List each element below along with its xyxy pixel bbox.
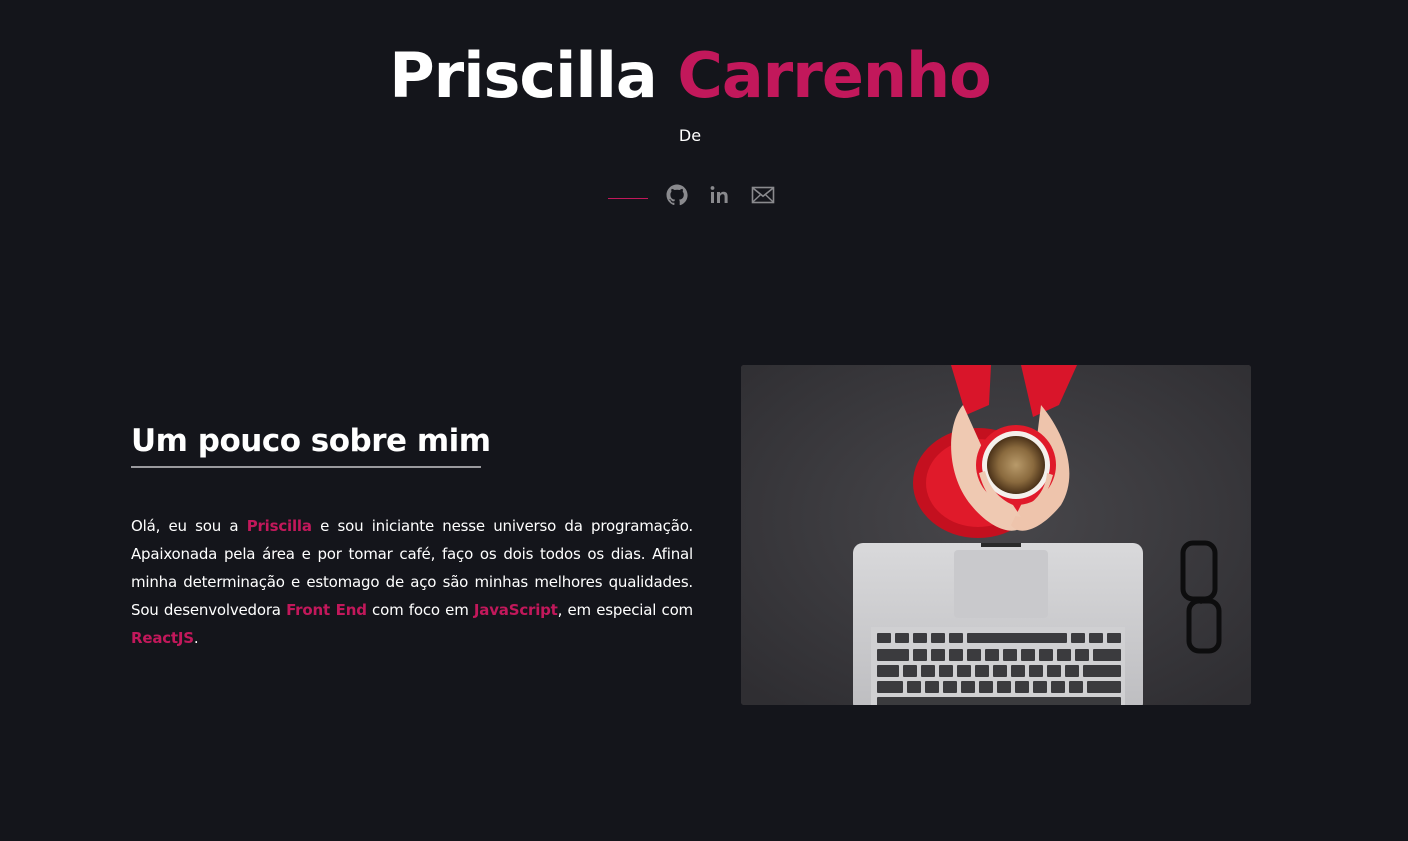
social-divider-line — [608, 197, 648, 199]
hero-subtitle: De — [678, 126, 702, 145]
social-links — [608, 180, 791, 210]
github-link[interactable] — [662, 180, 692, 210]
highlight-role: Front End — [286, 601, 367, 619]
about-heading: Um pouco sobre mim — [131, 423, 491, 459]
about-text-part: . — [193, 629, 199, 647]
mail-icon — [751, 186, 775, 204]
coffee-laptop-illustration — [741, 365, 1251, 705]
coffee-laptop-photo — [741, 365, 1251, 705]
linkedin-icon — [710, 186, 728, 203]
hero-title: Priscilla Carrenho — [0, 38, 1380, 114]
hero-first-name: Priscilla — [389, 39, 658, 112]
about-text-part: com foco em — [366, 601, 474, 619]
highlight-language: JavaScript — [473, 601, 558, 619]
github-icon — [666, 184, 688, 206]
about-paragraph: Olá, eu sou a Priscilla e sou iniciante … — [131, 512, 693, 652]
hero-last-name: Carrenho — [677, 39, 991, 112]
about-text-part: , em especial com — [557, 601, 694, 619]
linkedin-link[interactable] — [705, 180, 735, 210]
portfolio-page: Priscilla Carrenho De Um pouco sobre mim — [0, 0, 1408, 841]
about-heading-underline — [131, 466, 481, 468]
about-text-part: Olá, eu sou a — [131, 517, 247, 535]
highlight-name: Priscilla — [246, 517, 312, 535]
email-link[interactable] — [748, 180, 778, 210]
highlight-framework: ReactJS — [131, 629, 194, 647]
